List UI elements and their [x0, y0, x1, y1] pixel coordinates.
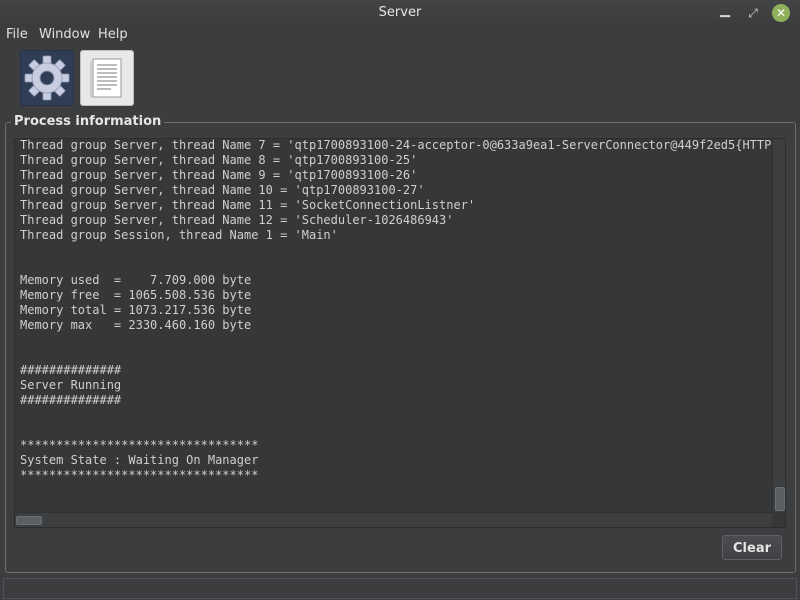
document-icon: [90, 58, 122, 98]
console-line: *********************************: [20, 468, 259, 482]
vertical-scroll-thumb[interactable]: [775, 487, 785, 511]
console-text[interactable]: Thread group Server, thread Name 7 = 'qt…: [20, 138, 771, 510]
title-bar: Server ▁ ⤢ ✕: [0, 0, 800, 27]
console-line: Thread group Session, thread Name 1 = 'M…: [20, 228, 338, 242]
console-line: Thread group Server, thread Name 7 = 'qt…: [20, 138, 771, 152]
menu-bar: File Window Help: [0, 26, 800, 600]
console-line: Thread group Server, thread Name 11 = 'S…: [20, 198, 476, 212]
console-line: Memory max = 2330.460.160 byte: [20, 318, 252, 332]
settings-button[interactable]: [20, 50, 74, 106]
menu-file[interactable]: File: [6, 27, 28, 42]
console-line: Memory free = 1065.508.536 byte: [20, 288, 252, 302]
gear-icon: [24, 55, 70, 101]
status-bar: [3, 578, 797, 599]
console-line: Memory used = 7.709.000 byte: [20, 273, 252, 287]
maximize-button[interactable]: ⤢: [744, 4, 762, 22]
console-line: Thread group Server, thread Name 10 = 'q…: [20, 183, 425, 197]
server-window: Server ▁ ⤢ ✕ File Window Help Process in…: [0, 0, 800, 600]
minimize-button[interactable]: ▁: [716, 4, 734, 22]
console-line: Thread group Server, thread Name 9 = 'qt…: [20, 168, 418, 182]
horizontal-scrollbar[interactable]: [15, 512, 772, 527]
horizontal-scroll-thumb[interactable]: [16, 516, 42, 525]
menu-help[interactable]: Help: [98, 27, 128, 42]
log-button[interactable]: [80, 50, 134, 106]
process-info-title: Process information: [11, 114, 165, 129]
process-info-console[interactable]: Thread group Server, thread Name 7 = 'qt…: [14, 138, 786, 528]
console-line: Thread group Server, thread Name 12 = 'S…: [20, 213, 454, 227]
console-line: Server Running: [20, 378, 122, 392]
close-button[interactable]: ✕: [772, 4, 790, 22]
console-line: Memory total = 1073.217.536 byte: [20, 303, 252, 317]
console-line: Thread group Server, thread Name 8 = 'qt…: [20, 153, 418, 167]
clear-button[interactable]: Clear: [722, 535, 782, 560]
window-title: Server: [378, 5, 422, 20]
console-line: *********************************: [20, 438, 259, 452]
console-line: System State : Waiting On Manager: [20, 453, 259, 467]
console-line: ##############: [20, 363, 122, 377]
console-line: ##############: [20, 393, 122, 407]
vertical-scrollbar[interactable]: [772, 139, 785, 512]
